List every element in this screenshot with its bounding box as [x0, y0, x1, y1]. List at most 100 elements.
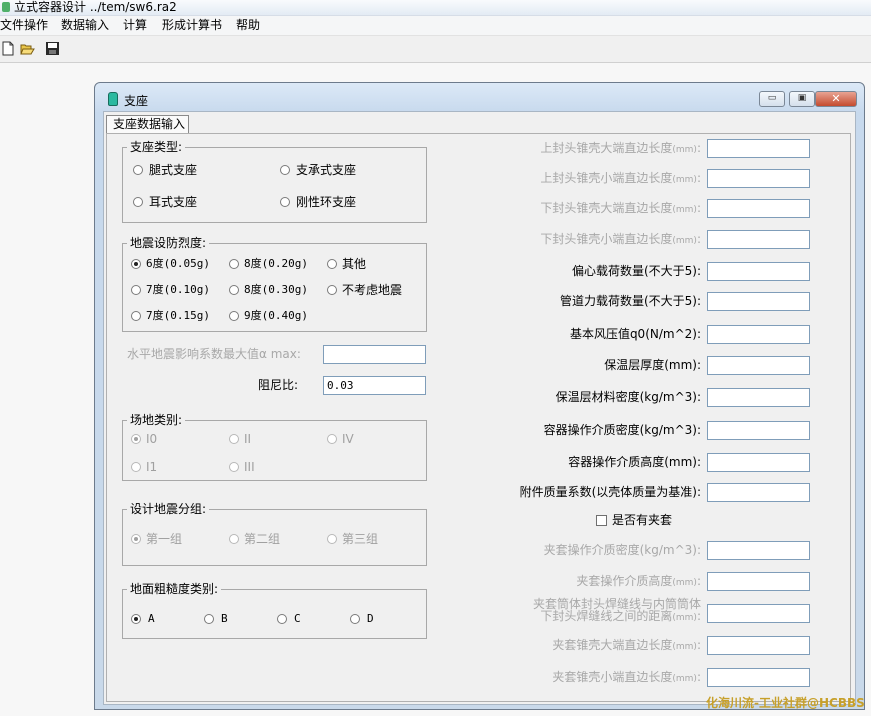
radio-group-2[interactable] [229, 534, 239, 544]
menu-data-input[interactable]: 数据输入 [61, 18, 109, 33]
right-label-2: 下封头锥壳大端直边长度(mm): [540, 201, 701, 217]
open-folder-icon[interactable] [20, 41, 35, 56]
right-field-11[interactable] [707, 483, 810, 502]
right-field-10[interactable] [707, 453, 810, 472]
radio-group-3[interactable] [327, 534, 337, 544]
radio-site-iii[interactable] [229, 462, 239, 472]
right-field-7[interactable] [707, 356, 810, 375]
right-colon: : [696, 171, 701, 185]
radio-label: 7度(0.10g) [146, 283, 210, 296]
right-colon: : [696, 423, 701, 437]
radio-roughness-d[interactable] [350, 614, 360, 624]
radio-lug-support[interactable] [133, 197, 143, 207]
minimize-button[interactable]: ▭ [759, 91, 785, 107]
app-title: 立式容器设计 ../tem/sw6.ra2 [14, 0, 177, 14]
jacket-field-2[interactable] [707, 604, 810, 623]
jacket-label-2: 夹套筒体封头焊缝线与内筒筒体 下封头焊缝线之间的距离(mm): [533, 598, 701, 624]
right-label-text: 下封头锥壳大端直边长度 [540, 201, 673, 215]
radio-label: II [244, 432, 252, 446]
support-window-title-bar[interactable]: 支座 ▭ ▣ ✕ [95, 83, 864, 111]
jacket-field-3[interactable] [707, 636, 810, 655]
radio-intensity-9-040[interactable] [229, 311, 239, 321]
jacket-field-4[interactable] [707, 668, 810, 687]
radio-site-i1[interactable] [131, 462, 141, 472]
right-colon: : [696, 141, 701, 155]
radio-label: 不考虑地震 [342, 283, 403, 297]
radio-label: 腿式支座 [149, 163, 198, 177]
radio-no-seismic[interactable] [327, 285, 337, 295]
jacket-label-text: 夹套操作介质密度(kg/m^3) [543, 543, 697, 557]
radio-site-iv[interactable] [327, 434, 337, 444]
radio-label: C [294, 612, 301, 625]
close-button[interactable]: ✕ [815, 91, 857, 107]
jacket-checkbox-label: 是否有夹套 [612, 513, 673, 527]
radio-label: B [221, 612, 228, 625]
jacket-field-1[interactable] [707, 572, 810, 591]
save-disk-icon[interactable] [45, 41, 60, 56]
right-label-3: 下封头锥壳小端直边长度(mm): [540, 232, 701, 248]
window-title: 支座 [124, 94, 149, 108]
radio-leg-support[interactable] [133, 165, 143, 175]
right-label-text: 附件质量系数(以壳体质量为基准) [519, 485, 697, 499]
jacket-label-0: 夹套操作介质密度(kg/m^3): [544, 543, 701, 557]
radio-label: IV [342, 432, 354, 446]
app-icon [2, 2, 10, 12]
right-field-3[interactable] [707, 230, 810, 249]
radio-intensity-8-030[interactable] [229, 285, 239, 295]
right-label-4: 偏心载荷数量(不大于5): [572, 264, 701, 278]
right-field-4[interactable] [707, 262, 810, 281]
jacket-label-text: 夹套锥壳小端直边长度 [552, 670, 673, 684]
right-label-text: 上封头锥壳大端直边长度 [540, 141, 673, 155]
menu-report[interactable]: 形成计算书 [162, 18, 222, 33]
radio-bearing-support[interactable] [280, 165, 290, 175]
damping-field[interactable]: 0.03 [323, 376, 426, 395]
radio-group-1[interactable] [131, 534, 141, 544]
menu-calculate[interactable]: 计算 [123, 18, 147, 33]
radio-roughness-a[interactable] [131, 614, 141, 624]
radio-intensity-6[interactable] [131, 259, 141, 269]
radio-site-ii[interactable] [229, 434, 239, 444]
radio-site-i0[interactable] [131, 434, 141, 444]
right-colon: : [696, 201, 701, 215]
right-label-text: 下封头锥壳小端直边长度 [540, 232, 673, 246]
right-colon: : [696, 327, 701, 341]
right-colon: : [696, 455, 701, 469]
radio-intensity-8-020[interactable] [229, 259, 239, 269]
radio-ring-support[interactable] [280, 197, 290, 207]
right-label-8: 保温层材料密度(kg/m^3): [556, 390, 701, 404]
right-field-9[interactable] [707, 421, 810, 440]
right-field-8[interactable] [707, 388, 810, 407]
jacket-field-0[interactable] [707, 541, 810, 560]
radio-intensity-7-010[interactable] [131, 285, 141, 295]
right-label-9: 容器操作介质密度(kg/m^3): [544, 423, 701, 437]
right-field-1[interactable] [707, 169, 810, 188]
menu-file[interactable]: 文件操作 [0, 18, 48, 33]
radio-roughness-c[interactable] [277, 614, 287, 624]
maximize-button[interactable]: ▣ [789, 91, 815, 107]
radio-label: III [244, 460, 255, 474]
right-label-text: 容器操作介质高度(mm) [568, 455, 697, 469]
right-unit: (mm) [672, 145, 697, 155]
radio-intensity-7-015[interactable] [131, 311, 141, 321]
radio-label: 耳式支座 [149, 195, 198, 209]
ground-roughness-group: 地面粗糙度类别: A B C D [122, 582, 427, 639]
new-file-icon[interactable] [1, 41, 16, 56]
site-category-group: 场地类别: I0 II IV I1 III [122, 413, 427, 481]
jacket-label-3: 夹套锥壳大端直边长度(mm): [552, 638, 701, 654]
right-field-6[interactable] [707, 325, 810, 344]
menu-help[interactable]: 帮助 [236, 18, 260, 33]
right-field-0[interactable] [707, 139, 810, 158]
right-label-1: 上封头锥壳小端直边长度(mm): [540, 171, 701, 187]
watermark: 化海川流-工业社群@HCBBS [706, 696, 865, 710]
right-label-text: 基本风压值q0(N/m^2) [569, 327, 697, 341]
radio-roughness-b[interactable] [204, 614, 214, 624]
right-field-5[interactable] [707, 292, 810, 311]
jacket-checkbox[interactable] [596, 515, 607, 526]
radio-intensity-other[interactable] [327, 259, 337, 269]
right-field-2[interactable] [707, 199, 810, 218]
radio-label: 支承式支座 [296, 163, 357, 177]
support-type-legend: 支座类型: [127, 140, 186, 154]
alpha-max-field[interactable] [323, 345, 426, 364]
right-label-5: 管道力载荷数量(不大于5): [560, 294, 701, 308]
tab-support-data-input[interactable]: 支座数据输入 [106, 115, 189, 133]
